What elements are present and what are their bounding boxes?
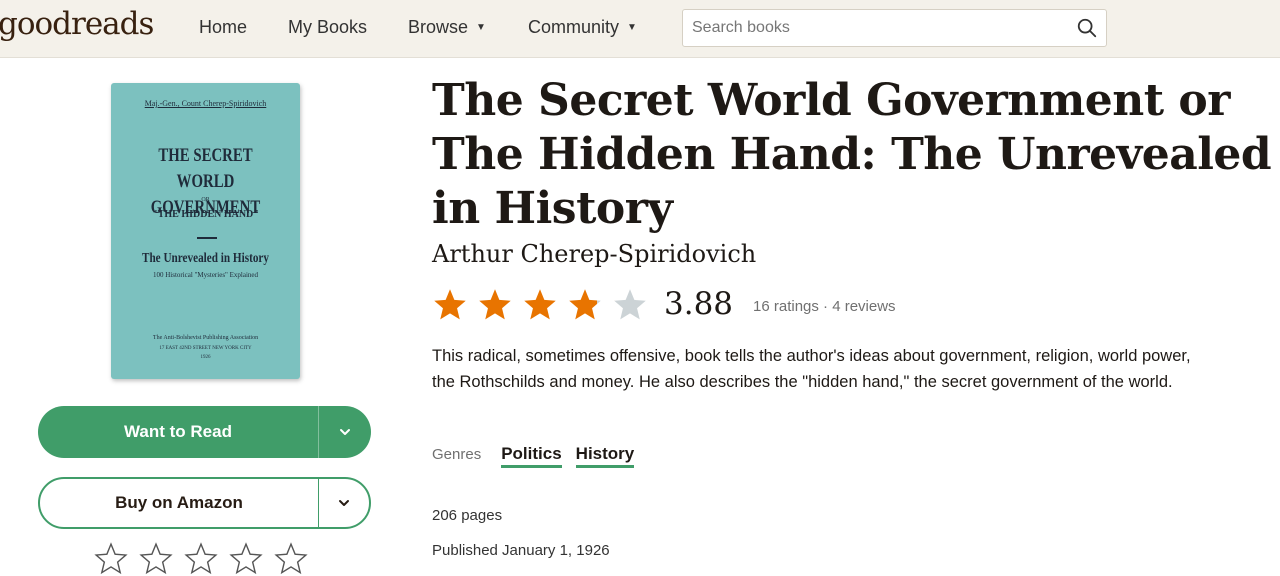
cover-subtitle: The Unrevealed in History [141, 251, 270, 266]
rate-star-2-icon[interactable] [139, 542, 173, 576]
book-cover[interactable]: Maj.-Gen., Count Cherep-Spiridovich THE … [111, 83, 300, 379]
goodreads-logo[interactable]: goodreads [0, 6, 154, 42]
rate-star-5-icon[interactable] [274, 542, 308, 576]
buy-on-amazon-label: Buy on Amazon [115, 493, 243, 512]
cover-alt-title: "THE HIDDEN HAND" [152, 209, 259, 220]
rating-star-icon [614, 289, 646, 320]
nav-community-label: Community [528, 17, 620, 37]
rate-this-book-stars [94, 542, 308, 576]
store-dropdown-button[interactable] [319, 479, 369, 527]
search-input[interactable] [683, 10, 1063, 46]
cover-title-line1: THE SECRET WORLD [158, 145, 253, 192]
book-description: This radical, sometimes offensive, book … [432, 347, 1191, 391]
cover-subtitle-2: 100 Historical "Mysteries" Explained [152, 271, 259, 279]
buy-on-amazon-button[interactable]: Buy on Amazon [38, 477, 371, 529]
genre-link-politics[interactable]: Politics [501, 444, 562, 468]
nav-home-label: Home [199, 17, 248, 37]
cover-publisher: The Anti-Bolshevist Publishing Associati… [152, 335, 259, 341]
nav-browse[interactable]: Browse ▼ [408, 17, 486, 38]
author-name-link[interactable]: Arthur Cherep-Spiridovich [432, 240, 756, 268]
cover-or: OR [201, 197, 210, 203]
rate-star-1-icon[interactable] [94, 542, 128, 576]
genre-link-history[interactable]: History [575, 444, 635, 468]
top-navigation-bar: goodreads Home My Books Browse ▼ Communi… [0, 0, 1280, 58]
genres-label: Genres [432, 446, 482, 463]
nav-home[interactable]: Home [199, 17, 247, 38]
average-rating-stars [432, 287, 648, 323]
cover-divider [197, 237, 217, 239]
chevron-down-icon [340, 429, 350, 435]
nav-my-books-label: My Books [288, 17, 368, 37]
want-to-read-label: Want to Read [124, 422, 232, 441]
chevron-down-icon [339, 500, 349, 506]
search-icon[interactable] [1076, 17, 1098, 39]
nav-community[interactable]: Community ▼ [528, 17, 637, 38]
rating-star-icon [569, 289, 601, 320]
want-to-read-button[interactable]: Want to Read [38, 406, 371, 458]
search-box [682, 9, 1107, 47]
book-title: The Secret World Government or The Hidde… [432, 75, 1272, 234]
genres-list: Genres Politics History [432, 444, 648, 468]
cover-year: 1926 [200, 355, 211, 360]
rate-star-3-icon[interactable] [184, 542, 218, 576]
caret-down-icon: ▼ [476, 22, 486, 33]
rate-star-4-icon[interactable] [229, 542, 263, 576]
publication-date: Published January 1, 1926 [432, 542, 610, 559]
shelf-dropdown-button[interactable] [319, 406, 371, 458]
nav-browse-label: Browse [408, 17, 469, 37]
nav-my-books[interactable]: My Books [288, 17, 367, 38]
page-count: 206 pages [432, 507, 503, 524]
cover-author: Maj.-Gen., Count Cherep-Spiridovich [144, 99, 267, 108]
ratings-reviews-count[interactable]: 16 ratings · 4 reviews [753, 298, 896, 315]
cover-address: 17 EAST 42ND STREET NEW YORK CITY [159, 346, 252, 351]
average-rating-value: 3.88 [664, 286, 734, 322]
rating-star-icon [434, 289, 466, 320]
rating-star-icon [524, 289, 556, 320]
rating-star-icon [479, 289, 511, 320]
caret-down-icon: ▼ [627, 22, 637, 33]
